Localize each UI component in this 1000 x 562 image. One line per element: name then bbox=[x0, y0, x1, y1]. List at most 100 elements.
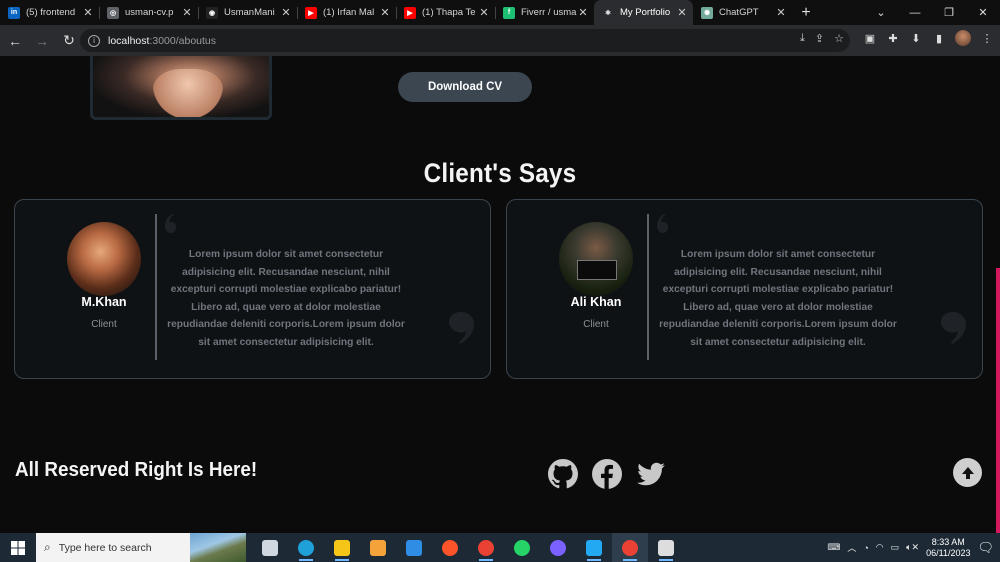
forward-button[interactable]: → bbox=[30, 29, 54, 53]
client-avatar bbox=[559, 222, 633, 296]
section-title: Client's Says bbox=[423, 158, 577, 188]
tab-close-icon[interactable]: ✕ bbox=[182, 6, 192, 19]
brave-icon bbox=[442, 539, 458, 556]
browser-tab[interactable]: ▶ (1) Irfan Mal ✕ bbox=[297, 0, 396, 25]
microsoft-store-icon bbox=[370, 539, 386, 556]
tab-title: ChatGPT bbox=[719, 7, 759, 18]
browser-tab[interactable]: ◉ UsmanMani ✕ bbox=[198, 0, 297, 25]
card-divider bbox=[155, 214, 157, 360]
chrome-icon bbox=[478, 539, 494, 556]
taskbar-apps bbox=[252, 533, 684, 562]
tab-title: (5) frontend bbox=[26, 7, 76, 18]
client-name: M.Khan bbox=[81, 295, 127, 309]
profile-avatar[interactable] bbox=[955, 30, 971, 46]
browser-tab[interactable]: ▶ (1) Thapa Te ✕ bbox=[396, 0, 495, 25]
tab-close-icon[interactable]: ✕ bbox=[479, 6, 489, 19]
window-controls: ⌄ — ❐ ✕ bbox=[864, 0, 1000, 25]
side-panel-icon[interactable]: ▮ bbox=[932, 31, 946, 45]
clock-time: 8:33 AM bbox=[931, 536, 965, 547]
tab-close-icon[interactable]: ✕ bbox=[677, 6, 687, 19]
mail-icon bbox=[406, 539, 422, 556]
install-app-icon[interactable]: ⤓ bbox=[800, 32, 805, 45]
search-highlight-image bbox=[190, 533, 246, 562]
scroll-to-top-button[interactable] bbox=[953, 458, 982, 487]
taskbar-app[interactable] bbox=[648, 533, 684, 562]
show-hidden-icons-chevron[interactable]: ︿ bbox=[847, 541, 856, 554]
taskbar-app[interactable] bbox=[468, 533, 504, 562]
tab-close-icon[interactable]: ✕ bbox=[281, 6, 291, 19]
vscode-icon bbox=[586, 539, 602, 556]
browser-tab[interactable]: ◎ usman-cv.p ✕ bbox=[99, 0, 198, 25]
github-icon: ◉ bbox=[206, 6, 218, 19]
tab-search-icon[interactable]: ⌄ bbox=[864, 0, 898, 25]
restore-button[interactable]: ❐ bbox=[932, 0, 966, 25]
quote-open-icon bbox=[657, 214, 668, 233]
taskbar-app[interactable] bbox=[576, 533, 612, 562]
testimonial-text: Lorem ipsum dolor sit amet consectetur a… bbox=[659, 249, 897, 348]
facebook-icon[interactable] bbox=[591, 458, 623, 490]
wifi-icon[interactable]: ◠ bbox=[876, 542, 884, 553]
taskbar-search-input[interactable]: ⌕ Type here to search bbox=[36, 533, 246, 562]
fiverr-icon: f bbox=[503, 6, 515, 19]
battery-icon[interactable]: ▭ bbox=[891, 542, 900, 553]
minimize-button[interactable]: — bbox=[898, 0, 932, 25]
browser-tab[interactable]: in (5) frontend ✕ bbox=[0, 0, 99, 25]
taskbar-app[interactable] bbox=[504, 533, 540, 562]
puzzle-extensions-icon[interactable]: ✚ bbox=[886, 31, 900, 45]
search-placeholder: Type here to search bbox=[58, 541, 152, 554]
download-cv-button[interactable]: Download CV bbox=[398, 72, 532, 102]
start-button[interactable] bbox=[0, 533, 36, 562]
file-explorer-icon bbox=[334, 539, 350, 556]
new-tab-button[interactable]: + bbox=[792, 0, 820, 25]
youtube-icon: ▶ bbox=[305, 6, 317, 19]
tab-close-icon[interactable]: ✕ bbox=[578, 6, 588, 19]
search-icon: ⌕ bbox=[44, 540, 51, 554]
taskbar-app[interactable] bbox=[540, 533, 576, 562]
testimonial-card: Ali Khan Client Lorem ipsum dolor sit am… bbox=[506, 199, 983, 379]
menu-kebab-icon[interactable]: ⋮ bbox=[980, 31, 994, 45]
back-button[interactable]: ← bbox=[3, 29, 27, 53]
tab-close-icon[interactable]: ✕ bbox=[776, 6, 786, 19]
quote-open-icon bbox=[165, 214, 176, 233]
extension-icons: ▣ ✚ ⬇ ▮ ⋮ bbox=[863, 30, 994, 46]
keyboard-icon[interactable]: ⌨ bbox=[827, 542, 840, 553]
twitter-icon[interactable] bbox=[635, 458, 667, 490]
clock-date: 06/11/2023 bbox=[926, 547, 971, 558]
taskbar-app[interactable] bbox=[252, 533, 288, 562]
share-icon[interactable]: ⇪ bbox=[815, 32, 824, 45]
taskbar-app[interactable] bbox=[288, 533, 324, 562]
close-window-button[interactable]: ✕ bbox=[966, 0, 1000, 25]
testimonial-text: Lorem ipsum dolor sit amet consectetur a… bbox=[167, 249, 405, 348]
tab-title: (1) Thapa Te bbox=[422, 7, 476, 18]
tab-close-icon[interactable]: ✕ bbox=[83, 6, 93, 19]
address-bar[interactable]: i localhost:3000/aboutus ⤓ ⇪ ☆ bbox=[80, 29, 850, 52]
github-icon[interactable] bbox=[547, 458, 579, 490]
network-icon[interactable]: ◔ bbox=[863, 543, 868, 553]
tab-title: Fiverr / usma bbox=[521, 7, 577, 18]
arrow-up-icon bbox=[961, 466, 974, 479]
reload-button[interactable]: ↻ bbox=[57, 29, 81, 53]
volume-muted-icon[interactable]: 🔈︎✕ bbox=[906, 542, 919, 553]
downloads-icon[interactable]: ⬇ bbox=[909, 31, 923, 45]
taskbar-clock[interactable]: 8:33 AM 06/11/2023 bbox=[926, 537, 970, 559]
site-info-icon[interactable]: i bbox=[88, 34, 100, 47]
browser-tab[interactable]: ⚛ My Portfolio ✕ bbox=[594, 0, 693, 25]
tab-list: in (5) frontend ✕ ◎ usman-cv.p ✕ ◉ UsmanMani ✕ ▶ (… bbox=[0, 0, 792, 25]
tab-close-icon[interactable]: ✕ bbox=[380, 6, 390, 19]
taskbar-app[interactable] bbox=[612, 533, 648, 562]
bookmark-star-icon[interactable]: ☆ bbox=[834, 32, 844, 45]
client-avatar bbox=[67, 222, 141, 296]
taskbar-app[interactable] bbox=[396, 533, 432, 562]
extension-icon[interactable]: ▣ bbox=[863, 31, 877, 45]
task-view-icon bbox=[262, 539, 278, 556]
browser-tab[interactable]: ✺ ChatGPT ✕ bbox=[693, 0, 792, 25]
taskbar-app[interactable] bbox=[324, 533, 360, 562]
url-host: localhost bbox=[108, 34, 150, 47]
browser-tab[interactable]: f Fiverr / usma ✕ bbox=[495, 0, 594, 25]
profile-photo bbox=[90, 56, 272, 120]
system-tray: ⌨ ︿ ◔ ◠ ▭ 🔈︎✕ 8:33 AM 06/11/2023 🗨︎ bbox=[827, 533, 1000, 562]
react-icon: ⚛ bbox=[602, 6, 614, 19]
taskbar-app[interactable] bbox=[360, 533, 396, 562]
notifications-icon[interactable]: 🗨︎ bbox=[977, 540, 994, 556]
taskbar-app[interactable] bbox=[432, 533, 468, 562]
